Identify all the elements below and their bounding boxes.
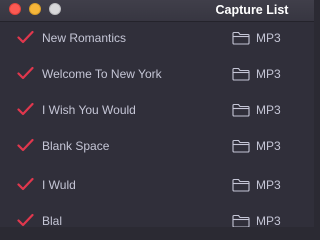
folder-icon[interactable] — [232, 31, 250, 45]
track-name: I Wish You Would — [42, 103, 136, 117]
checkmark-icon[interactable] — [17, 177, 34, 191]
window-title: Capture List — [215, 3, 289, 17]
format-label[interactable]: MP3 — [256, 98, 281, 122]
checkmark-icon[interactable] — [17, 30, 34, 44]
folder-icon[interactable] — [232, 103, 250, 117]
title-bar: Capture List — [0, 0, 314, 22]
capture-list-window: Capture List New Romantics MP3 Welcome To … — [0, 0, 314, 227]
list-item[interactable]: New Romantics MP3 — [0, 26, 314, 50]
minimize-button[interactable] — [29, 3, 41, 15]
checkmark-icon[interactable] — [17, 66, 34, 80]
list-item[interactable]: I Wish You Would MP3 — [0, 98, 314, 122]
track-name: Blal — [42, 214, 63, 227]
list-item[interactable]: Blal MP3 — [0, 209, 314, 227]
format-label[interactable]: MP3 — [256, 173, 281, 197]
list-item[interactable]: Welcome To New York MP3 — [0, 62, 314, 86]
format-label[interactable]: MP3 — [256, 134, 281, 158]
folder-icon[interactable] — [232, 214, 250, 227]
track-name: Welcome To New York — [42, 67, 162, 81]
folder-icon[interactable] — [232, 139, 250, 153]
track-name: Blank Space — [42, 139, 110, 153]
format-label[interactable]: MP3 — [256, 26, 281, 50]
checkmark-icon[interactable] — [17, 102, 34, 116]
track-name: I Wuld — [42, 178, 76, 192]
track-name: New Romantics — [42, 31, 127, 45]
list-item[interactable]: I Wuld MP3 — [0, 173, 314, 197]
list-item[interactable]: Blank Space MP3 — [0, 134, 314, 158]
format-label[interactable]: MP3 — [256, 62, 281, 86]
checkmark-icon[interactable] — [17, 213, 34, 227]
close-button[interactable] — [9, 3, 21, 15]
format-label[interactable]: MP3 — [256, 209, 281, 227]
folder-icon[interactable] — [232, 67, 250, 81]
checkmark-icon[interactable] — [17, 138, 34, 152]
folder-icon[interactable] — [232, 178, 250, 192]
zoom-button[interactable] — [49, 3, 61, 15]
